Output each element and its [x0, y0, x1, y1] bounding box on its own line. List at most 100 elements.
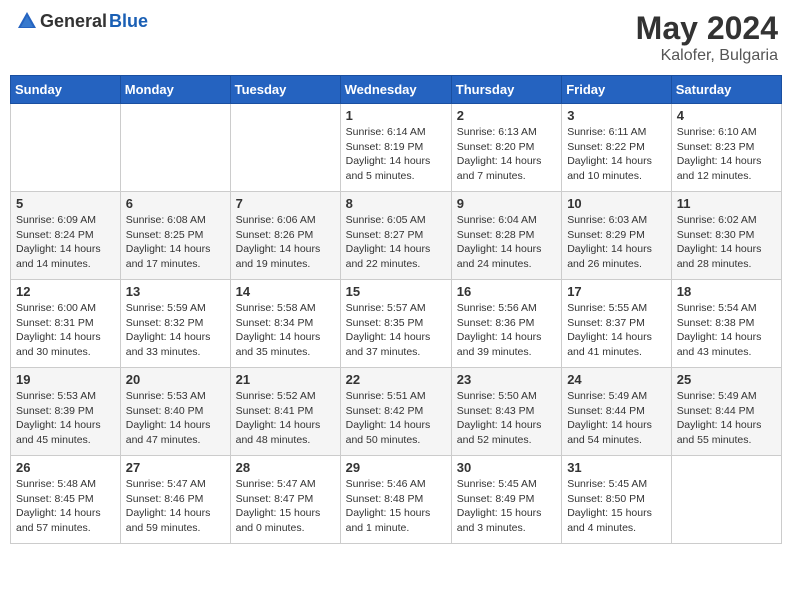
day-info: Sunrise: 5:56 AM Sunset: 8:36 PM Dayligh…: [457, 301, 556, 360]
calendar-cell: 8 Sunrise: 6:05 AM Sunset: 8:27 PM Daylig…: [340, 192, 451, 280]
day-number: 11: [677, 196, 776, 211]
calendar-cell: 17Sunrise: 5:55 AM Sunset: 8:37 PM Dayli…: [562, 280, 672, 368]
day-number: 30: [457, 460, 556, 475]
calendar-cell: 16Sunrise: 5:56 AM Sunset: 8:36 PM Dayli…: [451, 280, 561, 368]
day-info: Sunrise: 6:02 AM Sunset: 8:30 PM Dayligh…: [677, 213, 776, 272]
day-number: 13: [126, 284, 225, 299]
day-info: Sunrise: 5:57 AM Sunset: 8:35 PM Dayligh…: [346, 301, 446, 360]
day-number: 24: [567, 372, 666, 387]
calendar-cell: 23 Sunrise: 5:50 AM Sunset: 8:43 PM Dayli…: [451, 368, 561, 456]
calendar-cell: 14 Sunrise: 5:58 AM Sunset: 8:34 PM Dayli…: [230, 280, 340, 368]
day-number: 27: [126, 460, 225, 475]
day-number: 28: [236, 460, 335, 475]
weekday-header: Sunday: [11, 76, 121, 104]
day-number: 23: [457, 372, 556, 387]
title-area: May 2024 Kalofer, Bulgaria: [636, 10, 778, 65]
day-info: Sunrise: 5:51 AM Sunset: 8:42 PM Dayligh…: [346, 389, 446, 448]
day-info: Sunrise: 5:50 AM Sunset: 8:43 PM Dayligh…: [457, 389, 556, 448]
calendar-week-row: 5 Sunrise: 6:09 AM Sunset: 8:24 PM Daylig…: [11, 192, 782, 280]
calendar-cell: 31Sunrise: 5:45 AM Sunset: 8:50 PM Dayli…: [562, 456, 672, 544]
day-info: Sunrise: 5:45 AM Sunset: 8:49 PM Dayligh…: [457, 477, 556, 536]
calendar-cell: 28 Sunrise: 5:47 AM Sunset: 8:47 PM Dayli…: [230, 456, 340, 544]
calendar-cell: [11, 104, 121, 192]
weekday-header: Saturday: [671, 76, 781, 104]
calendar-cell: 26 Sunrise: 5:48 AM Sunset: 8:45 PM Dayli…: [11, 456, 121, 544]
day-number: 29: [346, 460, 446, 475]
calendar-cell: 2 Sunrise: 6:13 AM Sunset: 8:20 PM Daylig…: [451, 104, 561, 192]
day-info: Sunrise: 5:49 AM Sunset: 8:44 PM Dayligh…: [677, 389, 776, 448]
calendar-cell: 19 Sunrise: 5:53 AM Sunset: 8:39 PM Dayli…: [11, 368, 121, 456]
day-number: 21: [236, 372, 335, 387]
day-info: Sunrise: 5:53 AM Sunset: 8:40 PM Dayligh…: [126, 389, 225, 448]
calendar-cell: 24 Sunrise: 5:49 AM Sunset: 8:44 PM Dayli…: [562, 368, 672, 456]
logo-icon: [16, 10, 38, 32]
weekday-header: Tuesday: [230, 76, 340, 104]
day-number: 20: [126, 372, 225, 387]
calendar-cell: 10 Sunrise: 6:03 AM Sunset: 8:29 PM Dayli…: [562, 192, 672, 280]
calendar-cell: 12Sunrise: 6:00 AM Sunset: 8:31 PM Dayli…: [11, 280, 121, 368]
day-number: 1: [346, 108, 446, 123]
day-number: 26: [16, 460, 115, 475]
calendar-cell: 3 Sunrise: 6:11 AM Sunset: 8:22 PM Daylig…: [562, 104, 672, 192]
weekday-header: Monday: [120, 76, 230, 104]
calendar-cell: 6Sunrise: 6:08 AM Sunset: 8:25 PM Daylig…: [120, 192, 230, 280]
day-number: 7: [236, 196, 335, 211]
day-number: 19: [16, 372, 115, 387]
calendar-header-row: SundayMondayTuesdayWednesdayThursdayFrid…: [11, 76, 782, 104]
calendar-cell: 1 Sunrise: 6:14 AM Sunset: 8:19 PM Daylig…: [340, 104, 451, 192]
day-info: Sunrise: 6:06 AM Sunset: 8:26 PM Dayligh…: [236, 213, 335, 272]
logo-blue-text: Blue: [109, 11, 148, 32]
day-info: Sunrise: 6:13 AM Sunset: 8:20 PM Dayligh…: [457, 125, 556, 184]
day-number: 22: [346, 372, 446, 387]
day-info: Sunrise: 5:54 AM Sunset: 8:38 PM Dayligh…: [677, 301, 776, 360]
page-header: General Blue May 2024 Kalofer, Bulgaria: [10, 10, 782, 65]
day-number: 17: [567, 284, 666, 299]
day-info: Sunrise: 5:53 AM Sunset: 8:39 PM Dayligh…: [16, 389, 115, 448]
weekday-header: Wednesday: [340, 76, 451, 104]
day-info: Sunrise: 5:58 AM Sunset: 8:34 PM Dayligh…: [236, 301, 335, 360]
day-info: Sunrise: 6:11 AM Sunset: 8:22 PM Dayligh…: [567, 125, 666, 184]
day-info: Sunrise: 6:05 AM Sunset: 8:27 PM Dayligh…: [346, 213, 446, 272]
day-info: Sunrise: 5:52 AM Sunset: 8:41 PM Dayligh…: [236, 389, 335, 448]
calendar-cell: [671, 456, 781, 544]
day-number: 10: [567, 196, 666, 211]
calendar-week-row: 19 Sunrise: 5:53 AM Sunset: 8:39 PM Dayli…: [11, 368, 782, 456]
day-info: Sunrise: 5:47 AM Sunset: 8:46 PM Dayligh…: [126, 477, 225, 536]
calendar-cell: 13Sunrise: 5:59 AM Sunset: 8:32 PM Dayli…: [120, 280, 230, 368]
day-number: 9: [457, 196, 556, 211]
calendar-cell: 4Sunrise: 6:10 AM Sunset: 8:23 PM Daylig…: [671, 104, 781, 192]
day-info: Sunrise: 5:48 AM Sunset: 8:45 PM Dayligh…: [16, 477, 115, 536]
day-info: Sunrise: 6:04 AM Sunset: 8:28 PM Dayligh…: [457, 213, 556, 272]
month-year-title: May 2024: [636, 10, 778, 47]
calendar-cell: [230, 104, 340, 192]
calendar-cell: 21 Sunrise: 5:52 AM Sunset: 8:41 PM Dayli…: [230, 368, 340, 456]
day-number: 14: [236, 284, 335, 299]
calendar-table: SundayMondayTuesdayWednesdayThursdayFrid…: [10, 75, 782, 544]
calendar-cell: 7 Sunrise: 6:06 AM Sunset: 8:26 PM Daylig…: [230, 192, 340, 280]
weekday-header: Thursday: [451, 76, 561, 104]
day-number: 8: [346, 196, 446, 211]
calendar-cell: 20 Sunrise: 5:53 AM Sunset: 8:40 PM Dayli…: [120, 368, 230, 456]
day-number: 15: [346, 284, 446, 299]
day-number: 18: [677, 284, 776, 299]
weekday-header: Friday: [562, 76, 672, 104]
calendar-cell: 27 Sunrise: 5:47 AM Sunset: 8:46 PM Dayli…: [120, 456, 230, 544]
day-number: 5: [16, 196, 115, 211]
day-number: 3: [567, 108, 666, 123]
day-info: Sunrise: 5:46 AM Sunset: 8:48 PM Dayligh…: [346, 477, 446, 536]
calendar-cell: 22 Sunrise: 5:51 AM Sunset: 8:42 PM Dayli…: [340, 368, 451, 456]
calendar-cell: [120, 104, 230, 192]
calendar-week-row: 26 Sunrise: 5:48 AM Sunset: 8:45 PM Dayli…: [11, 456, 782, 544]
day-info: Sunrise: 6:09 AM Sunset: 8:24 PM Dayligh…: [16, 213, 115, 272]
location-subtitle: Kalofer, Bulgaria: [636, 47, 778, 65]
day-info: Sunrise: 6:03 AM Sunset: 8:29 PM Dayligh…: [567, 213, 666, 272]
day-number: 31: [567, 460, 666, 475]
day-info: Sunrise: 6:14 AM Sunset: 8:19 PM Dayligh…: [346, 125, 446, 184]
day-info: Sunrise: 5:49 AM Sunset: 8:44 PM Dayligh…: [567, 389, 666, 448]
day-number: 6: [126, 196, 225, 211]
calendar-week-row: 1 Sunrise: 6:14 AM Sunset: 8:19 PM Daylig…: [11, 104, 782, 192]
day-number: 2: [457, 108, 556, 123]
day-info: Sunrise: 5:47 AM Sunset: 8:47 PM Dayligh…: [236, 477, 335, 536]
day-info: Sunrise: 6:00 AM Sunset: 8:31 PM Dayligh…: [16, 301, 115, 360]
day-info: Sunrise: 6:10 AM Sunset: 8:23 PM Dayligh…: [677, 125, 776, 184]
